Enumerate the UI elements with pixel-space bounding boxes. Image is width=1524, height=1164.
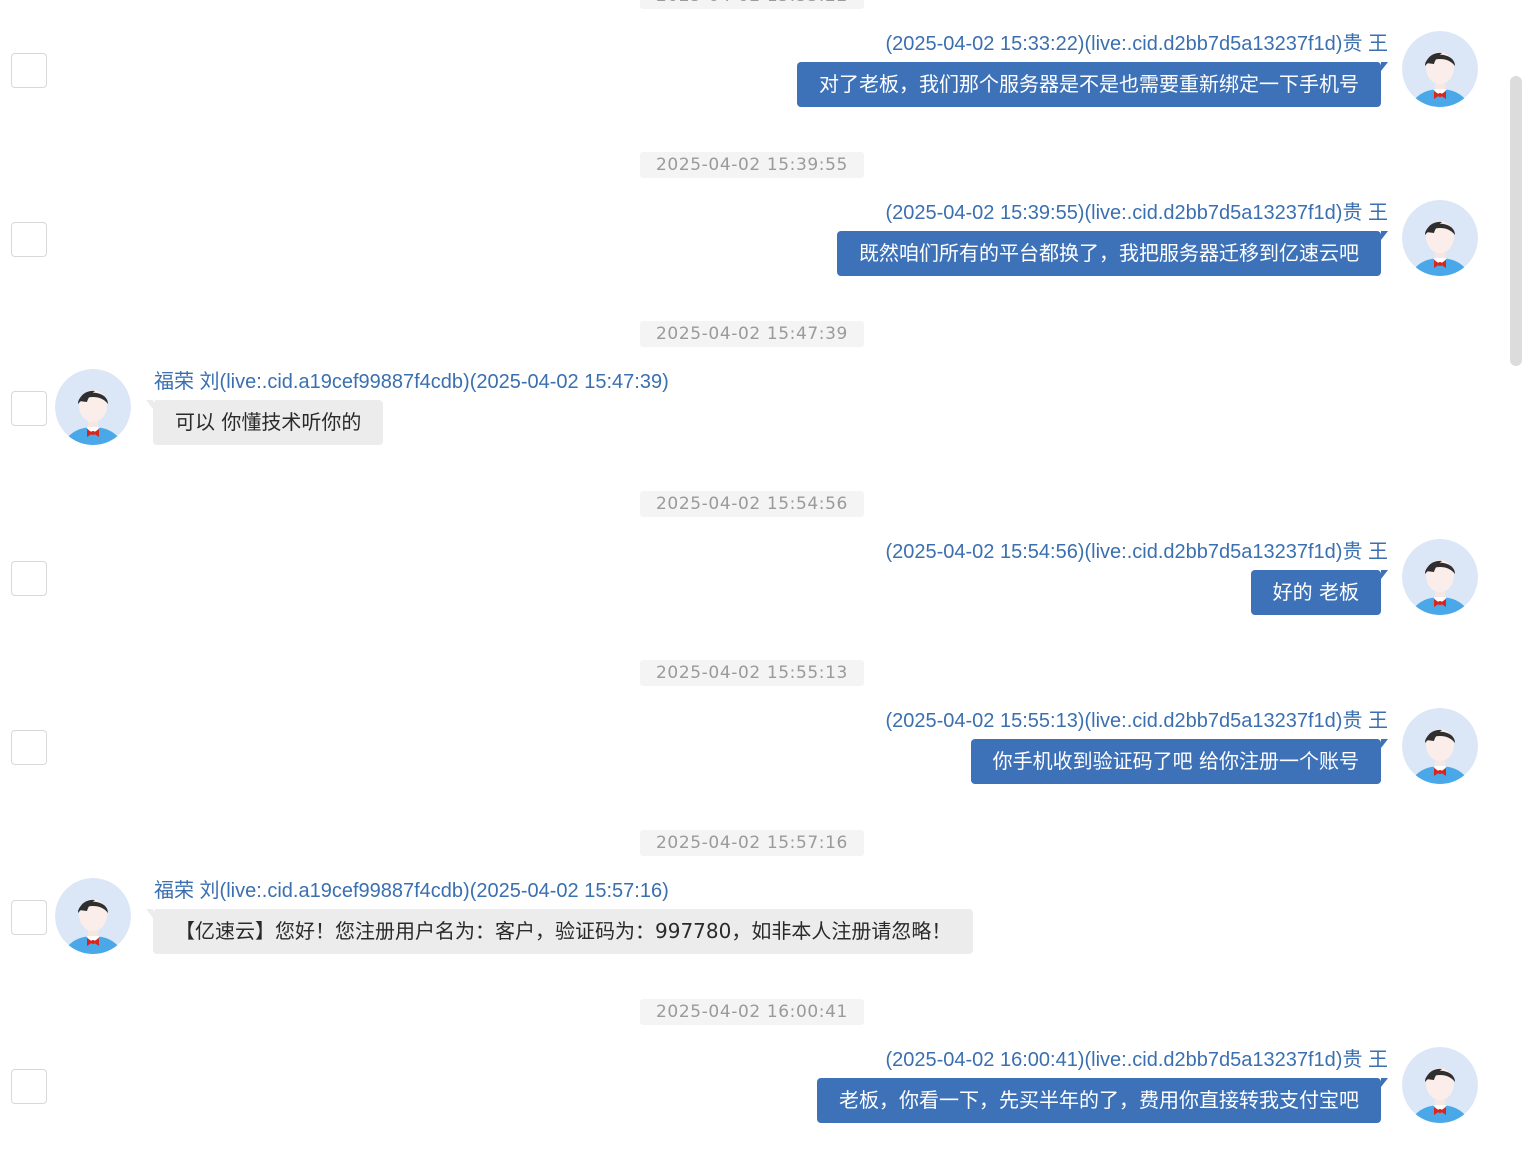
timestamp-divider: 2025-04-02 15:39:55 bbox=[640, 152, 864, 178]
timestamp-divider: 2025-04-02 15:33:22 bbox=[640, 0, 864, 9]
sender-meta: (2025-04-02 15:33:22)(live:.cid.d2bb7d5a… bbox=[885, 33, 1388, 55]
message-bubble: 对了老板，我们那个服务器是不是也需要重新绑定一下手机号 bbox=[797, 62, 1388, 107]
timestamp-divider: 2025-04-02 15:54:56 bbox=[640, 491, 864, 517]
message-checkbox[interactable] bbox=[11, 561, 47, 596]
message-received: 福荣 刘(live:.cid.a19cef99887f4cdb)(2025-04… bbox=[0, 878, 1500, 988]
message-checkbox[interactable] bbox=[11, 391, 47, 426]
message-bubble: 【亿速云】您好！您注册用户名为：客户，验证码为：997780，如非本人注册请忽略… bbox=[145, 909, 974, 954]
sender-meta: 福荣 刘(live:.cid.a19cef99887f4cdb)(2025-04… bbox=[154, 880, 669, 902]
message-bubble: 你手机收到验证码了吧 给你注册一个账号 bbox=[970, 739, 1389, 784]
user-avatar-icon bbox=[1402, 708, 1478, 784]
message-bubble: 好的 老板 bbox=[1250, 570, 1389, 615]
user-avatar-icon bbox=[55, 369, 131, 445]
message-bubble: 既然咱们所有的平台都换了，我把服务器迁移到亿速云吧 bbox=[837, 231, 1388, 276]
message-checkbox[interactable] bbox=[11, 1069, 47, 1104]
user-avatar-icon bbox=[55, 878, 131, 954]
user-avatar-icon bbox=[1402, 200, 1478, 276]
user-avatar-icon bbox=[1402, 539, 1478, 615]
sender-meta: 福荣 刘(live:.cid.a19cef99887f4cdb)(2025-04… bbox=[154, 371, 669, 393]
vertical-scrollbar[interactable] bbox=[1510, 76, 1522, 366]
message-bubble: 老板，你看一下，先买半年的了，费用你直接转我支付宝吧 bbox=[817, 1078, 1388, 1123]
chat-history: 2025-04-02 15:33:22 (2025-04-02 15:33:22… bbox=[0, 0, 1524, 1164]
message-checkbox[interactable] bbox=[11, 730, 47, 765]
user-avatar-icon bbox=[1402, 1047, 1478, 1123]
timestamp-divider: 2025-04-02 15:47:39 bbox=[640, 321, 864, 347]
timestamp-divider: 2025-04-02 15:57:16 bbox=[640, 830, 864, 856]
timestamp-divider: 2025-04-02 16:00:41 bbox=[640, 999, 864, 1025]
message-sent: (2025-04-02 15:33:22)(live:.cid.d2bb7d5a… bbox=[0, 31, 1500, 141]
sender-meta: (2025-04-02 16:00:41)(live:.cid.d2bb7d5a… bbox=[885, 1049, 1388, 1071]
message-bubble: 可以 你懂技术听你的 bbox=[145, 400, 384, 445]
sender-meta: (2025-04-02 15:54:56)(live:.cid.d2bb7d5a… bbox=[885, 541, 1388, 563]
timestamp-divider: 2025-04-02 15:55:13 bbox=[640, 660, 864, 686]
message-sent: (2025-04-02 15:39:55)(live:.cid.d2bb7d5a… bbox=[0, 200, 1500, 310]
message-checkbox[interactable] bbox=[11, 222, 47, 257]
message-sent: (2025-04-02 15:54:56)(live:.cid.d2bb7d5a… bbox=[0, 539, 1500, 649]
message-checkbox[interactable] bbox=[11, 900, 47, 935]
message-sent: (2025-04-02 16:00:41)(live:.cid.d2bb7d5a… bbox=[0, 1047, 1500, 1157]
sender-meta: (2025-04-02 15:39:55)(live:.cid.d2bb7d5a… bbox=[885, 202, 1388, 224]
message-received: 福荣 刘(live:.cid.a19cef99887f4cdb)(2025-04… bbox=[0, 369, 1500, 479]
sender-meta: (2025-04-02 15:55:13)(live:.cid.d2bb7d5a… bbox=[885, 710, 1388, 732]
message-checkbox[interactable] bbox=[11, 53, 47, 88]
user-avatar-icon bbox=[1402, 31, 1478, 107]
message-sent: (2025-04-02 15:55:13)(live:.cid.d2bb7d5a… bbox=[0, 708, 1500, 818]
